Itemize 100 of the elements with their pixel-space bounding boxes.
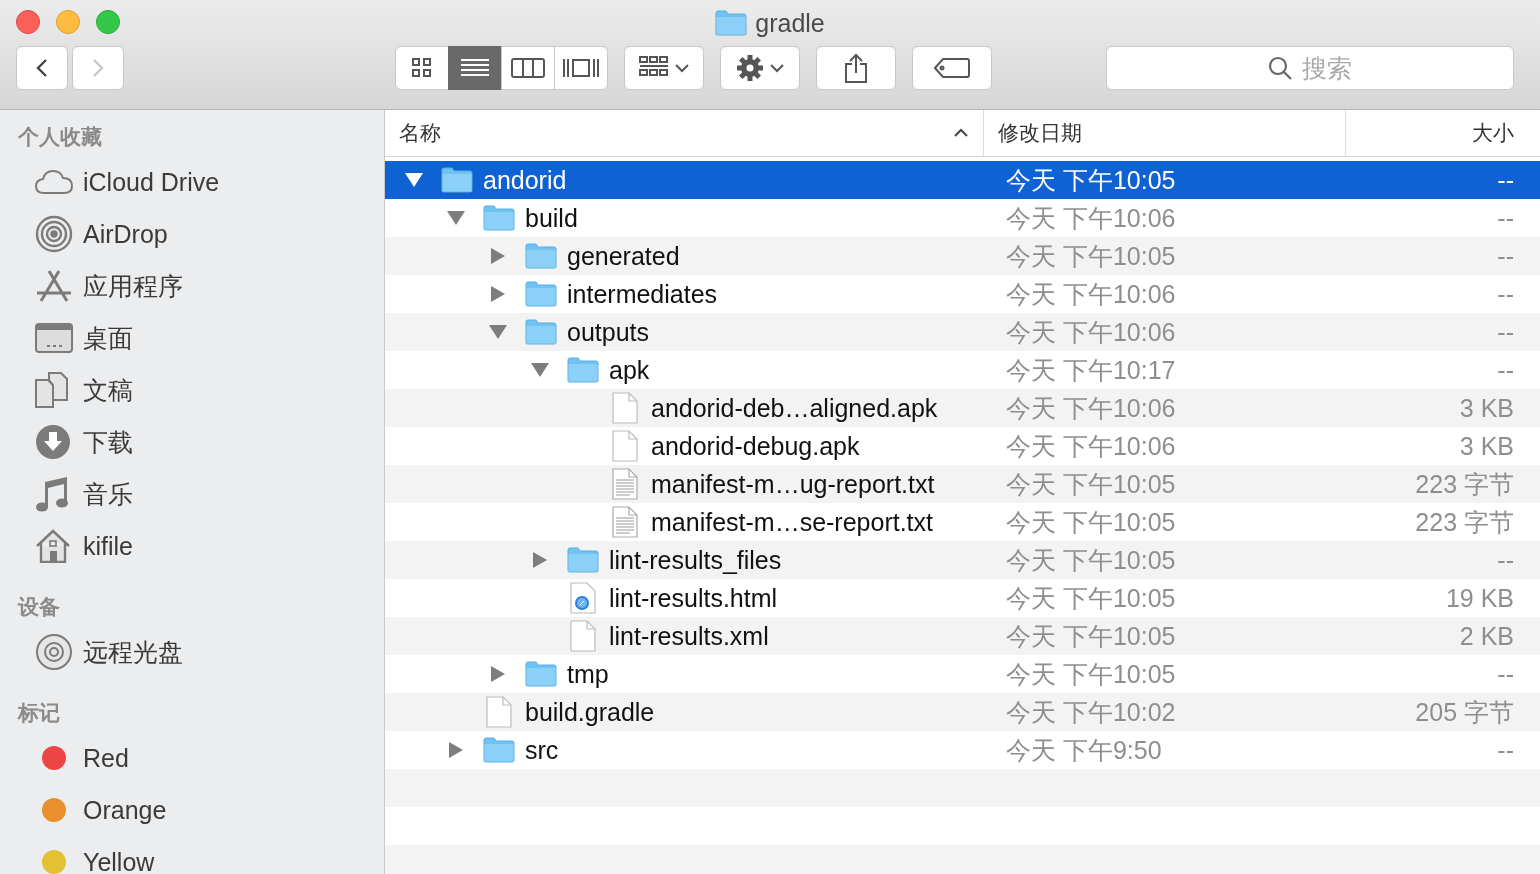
disc-icon: [35, 633, 73, 671]
sidebar-item[interactable]: iCloud Drive: [83, 167, 220, 197]
sidebar-heading: 标记: [16, 700, 61, 726]
close-button[interactable]: [16, 10, 40, 34]
file-name: tmp: [567, 659, 609, 689]
file-row[interactable]: generated 今天 下午10:05 --: [385, 237, 1540, 275]
modified-date: 今天 下午10:05: [1005, 506, 1177, 538]
sidebar-heading: 个人收藏: [17, 124, 103, 150]
file-row[interactable]: andorid-debug.apk 今天 下午10:06 3 KB: [385, 427, 1540, 465]
folder-icon: [567, 357, 599, 383]
file-name: outputs: [567, 317, 649, 347]
file-name: andorid: [483, 165, 567, 195]
file-row[interactable]: src 今天 下午9:50 --: [385, 731, 1540, 769]
file-size: 3 KB: [1458, 393, 1515, 423]
file-row[interactable]: andorid 今天 下午10:05 --: [385, 161, 1540, 199]
modified-date: 今天 下午10:05: [1005, 620, 1177, 652]
modified-date: 今天 下午10:05: [1005, 658, 1177, 690]
file-name: lint-results_files: [609, 545, 782, 575]
arrange-button[interactable]: [624, 46, 704, 90]
file-size: --: [1496, 317, 1515, 347]
download-icon: [35, 424, 71, 460]
column-header[interactable]: 名称: [385, 110, 984, 156]
file-row[interactable]: lint-results.html 今天 下午10:05 19 KB: [385, 579, 1540, 617]
file-row[interactable]: lint-results.xml 今天 下午10:05 2 KB: [385, 617, 1540, 655]
file-name: andorid-debug.apk: [651, 431, 860, 461]
view-mode-button[interactable]: [395, 46, 449, 90]
file-row[interactable]: andorid-deb…aligned.apk 今天 下午10:06 3 KB: [385, 389, 1540, 427]
app-store-icon: [35, 269, 73, 303]
file-row[interactable]: build 今天 下午10:06 --: [385, 199, 1540, 237]
file-size: 223 字节: [1414, 468, 1515, 500]
sidebar-item[interactable]: Orange: [83, 795, 167, 825]
share-icon: [844, 53, 868, 83]
sidebar-item[interactable]: 桌面: [83, 321, 133, 355]
sidebar-item[interactable]: 远程光盘: [83, 635, 183, 669]
caret-icon: [675, 63, 689, 73]
file-name: manifest-m…ug-report.txt: [651, 469, 935, 499]
modified-date: 今天 下午10:06: [1005, 202, 1177, 234]
sidebar-item[interactable]: AirDrop: [83, 219, 168, 249]
grid-icon: [411, 57, 433, 79]
zoom-button[interactable]: [96, 10, 120, 34]
document-icon: [612, 392, 638, 424]
folder-icon: [525, 661, 557, 687]
file-size: --: [1496, 545, 1515, 575]
list-icon: [460, 57, 490, 79]
file-size: --: [1496, 659, 1515, 689]
sidebar-item[interactable]: kifile: [83, 531, 133, 561]
document-icon: [612, 430, 638, 462]
html-document-icon: [570, 582, 596, 614]
sidebar-item[interactable]: Red: [83, 743, 129, 773]
file-row[interactable]: intermediates 今天 下午10:06 --: [385, 275, 1540, 313]
modified-date: 今天 下午10:06: [1005, 278, 1177, 310]
back-button[interactable]: [16, 46, 68, 90]
view-mode-button[interactable]: [501, 46, 555, 90]
file-size: 2 KB: [1458, 621, 1515, 651]
text-document-icon: [612, 506, 638, 538]
modified-date: 今天 下午10:06: [1005, 430, 1177, 462]
file-name: build.gradle: [525, 697, 655, 727]
share-button[interactable]: [816, 46, 896, 90]
sidebar-heading: 设备: [16, 594, 61, 620]
modified-date: 今天 下午10:06: [1005, 316, 1177, 348]
file-name: build: [525, 203, 578, 233]
folder-icon: [525, 281, 557, 307]
file-row[interactable]: build.gradle 今天 下午10:02 205 字节: [385, 693, 1540, 731]
airdrop-icon: [35, 215, 73, 253]
sidebar-item[interactable]: 应用程序: [83, 269, 183, 303]
column-header[interactable]: 大小: [1346, 110, 1540, 156]
cloud-icon: [35, 169, 73, 195]
file-size: --: [1496, 735, 1515, 765]
view-mode-button[interactable]: [554, 46, 608, 90]
sidebar-item[interactable]: Yellow: [83, 847, 155, 874]
column-header[interactable]: 修改日期: [984, 110, 1346, 156]
file-row[interactable]: apk 今天 下午10:17 --: [385, 351, 1540, 389]
sidebar-item[interactable]: 文稿: [83, 373, 133, 407]
home-icon: [35, 529, 71, 563]
file-row[interactable]: manifest-m…ug-report.txt 今天 下午10:05 223 字节: [385, 465, 1540, 503]
action-button[interactable]: [720, 46, 800, 90]
file-size: 205 字节: [1414, 696, 1515, 728]
search-icon: [1268, 56, 1292, 80]
columns-icon: [511, 57, 545, 79]
file-size: --: [1496, 165, 1515, 195]
sidebar-item[interactable]: 音乐: [83, 477, 133, 511]
file-name: lint-results.xml: [609, 621, 769, 651]
file-size: --: [1496, 203, 1515, 233]
tag-button[interactable]: [912, 46, 992, 90]
view-mode-button[interactable]: [448, 46, 502, 90]
music-note-icon: [35, 476, 69, 512]
file-row[interactable]: outputs 今天 下午10:06 --: [385, 313, 1540, 351]
desktop-icon: [35, 323, 73, 353]
file-row[interactable]: manifest-m…se-report.txt 今天 下午10:05 223 字节: [385, 503, 1540, 541]
file-row[interactable]: tmp 今天 下午10:05 --: [385, 655, 1540, 693]
file-name: andorid-deb…aligned.apk: [651, 393, 938, 423]
folder-icon: [483, 737, 515, 763]
file-row[interactable]: lint-results_files 今天 下午10:05 --: [385, 541, 1540, 579]
modified-date: 今天 下午10:06: [1005, 392, 1177, 424]
sidebar-item[interactable]: 下载: [83, 425, 133, 459]
tag-icon: [934, 58, 970, 78]
window-title: gradle: [755, 8, 825, 38]
cover-flow-icon: [562, 57, 600, 79]
folder-icon: [483, 205, 515, 231]
file-size: --: [1496, 241, 1515, 271]
